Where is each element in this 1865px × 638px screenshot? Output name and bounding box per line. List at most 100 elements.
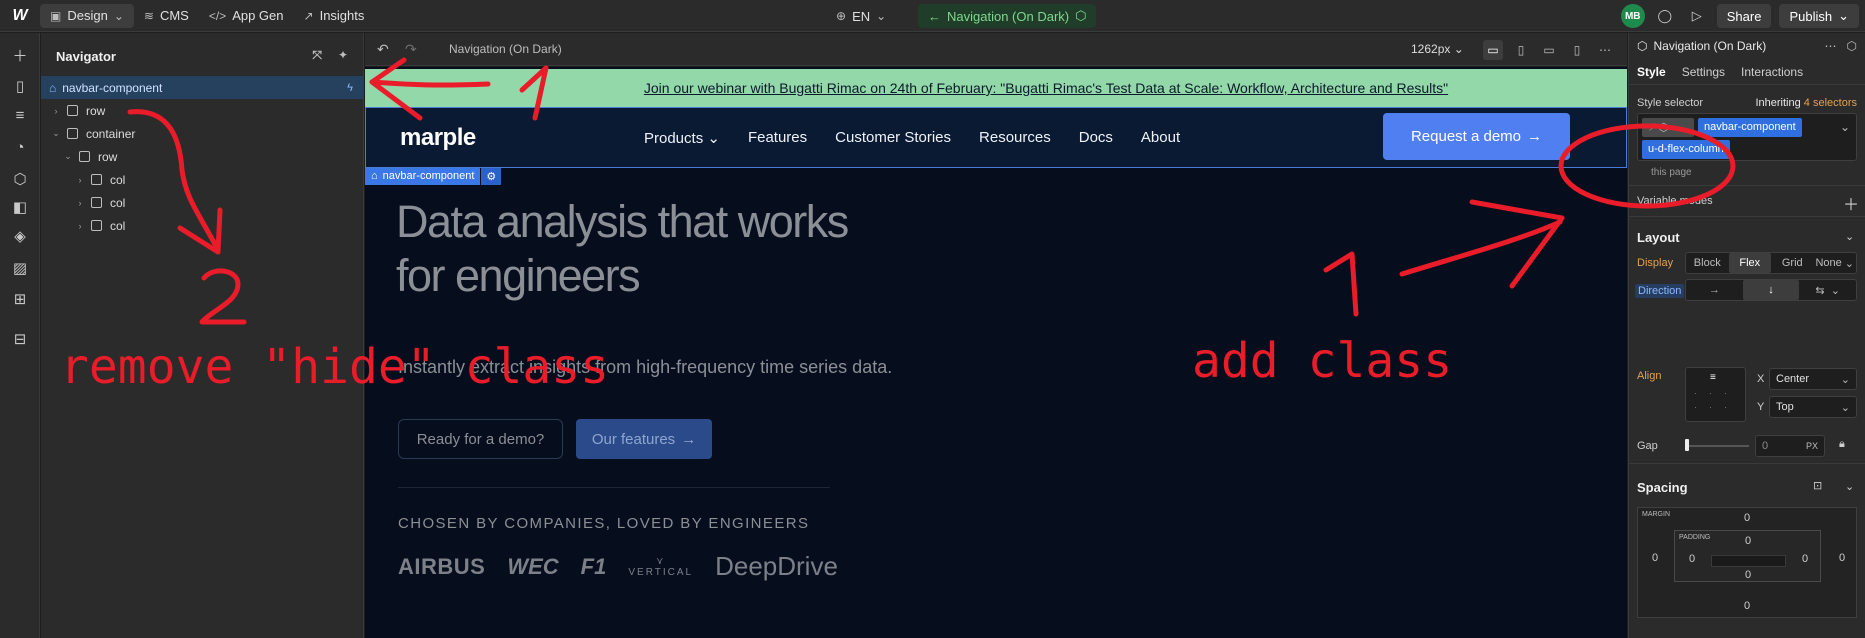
inheriting-info[interactable]: Inheriting 4 selectors bbox=[1755, 97, 1857, 109]
tree-item-col[interactable]: › col bbox=[41, 191, 363, 214]
margin-bottom-value[interactable]: 0 bbox=[1744, 600, 1750, 612]
tab-style[interactable]: Style bbox=[1637, 65, 1666, 79]
display-flex[interactable]: Flex bbox=[1728, 253, 1771, 273]
gap-slider-track[interactable] bbox=[1685, 445, 1749, 447]
desktop-breakpoint-icon[interactable]: ▭ bbox=[1483, 40, 1503, 60]
chevron-down-icon[interactable]: ⌄ bbox=[1840, 120, 1850, 134]
chevron-right-icon[interactable]: › bbox=[75, 198, 85, 208]
undo-icon[interactable]: ↶ bbox=[377, 41, 389, 58]
margin-right-value[interactable]: 0 bbox=[1839, 552, 1845, 564]
request-demo-button[interactable]: Request a demo → bbox=[1383, 113, 1570, 160]
menu-features[interactable]: Features bbox=[748, 129, 807, 147]
banner-text[interactable]: Join our webinar with Bugatti Rimac on 2… bbox=[544, 80, 1448, 96]
selector-state-chip[interactable]: ⚡ ⬡ bbox=[1642, 118, 1694, 137]
layout-section-title[interactable]: Layout bbox=[1637, 230, 1680, 245]
menu-resources[interactable]: Resources bbox=[979, 129, 1051, 147]
chevron-down-icon[interactable]: ⌄ bbox=[63, 151, 73, 162]
chevron-right-icon[interactable]: › bbox=[75, 175, 85, 185]
pin-icon[interactable]: ✦ bbox=[338, 48, 348, 63]
app-gen-button[interactable]: </> App Gen bbox=[199, 4, 294, 28]
redo-icon[interactable]: ↷ bbox=[405, 41, 417, 58]
selector-field[interactable]: ⚡ ⬡ navbar-component u-d-flex-column ⌄ bbox=[1637, 113, 1857, 161]
book-icon[interactable]: ⊞ bbox=[10, 289, 30, 309]
tree-item-row[interactable]: › row bbox=[41, 99, 363, 122]
cms-button[interactable]: ≋ CMS bbox=[134, 4, 199, 28]
direction-wrap-icon[interactable]: ⇆ ⌄ bbox=[1799, 280, 1856, 300]
padding-bottom-value[interactable]: 0 bbox=[1745, 569, 1751, 581]
language-selector[interactable]: ⊕ EN ⌄ bbox=[826, 4, 896, 28]
tree-item-col[interactable]: › col bbox=[41, 214, 363, 237]
add-icon[interactable]: ＋ bbox=[10, 45, 30, 65]
chevron-down-icon[interactable]: ⌄ bbox=[1845, 230, 1854, 243]
menu-customer-stories[interactable]: Customer Stories bbox=[835, 129, 951, 147]
spacing-mode-icon[interactable]: ⊡ bbox=[1813, 479, 1822, 492]
tree-item-col[interactable]: › col bbox=[41, 168, 363, 191]
display-none[interactable]: None ⌄ bbox=[1814, 253, 1857, 273]
settings-gear-icon[interactable]: ⚙ bbox=[481, 168, 502, 185]
tablet-breakpoint-icon[interactable]: ▯ bbox=[1511, 40, 1531, 60]
menu-products[interactable]: Products ⌄ bbox=[644, 129, 720, 147]
display-grid[interactable]: Grid bbox=[1771, 253, 1814, 273]
gap-unit[interactable]: PX bbox=[1806, 441, 1818, 451]
align-grid-control[interactable]: ≡ ··· ··· bbox=[1685, 367, 1746, 422]
menu-docs[interactable]: Docs bbox=[1079, 129, 1113, 147]
share-button[interactable]: Share bbox=[1716, 4, 1772, 28]
assets-icon[interactable]: ▨ bbox=[10, 258, 30, 278]
add-variable-mode-icon[interactable]: ＋ bbox=[1843, 191, 1859, 215]
padding-top-value[interactable]: 0 bbox=[1745, 535, 1751, 547]
styles-icon[interactable]: ◧ bbox=[10, 197, 30, 217]
padding-left-value[interactable]: 0 bbox=[1689, 553, 1695, 565]
variables-icon[interactable]: ◈ bbox=[10, 226, 30, 246]
ready-demo-button[interactable]: Ready for a demo? bbox=[398, 419, 563, 459]
collapse-icon[interactable]: ⤧ bbox=[312, 48, 322, 63]
our-features-button[interactable]: Our features → bbox=[576, 419, 712, 459]
webflow-logo-icon[interactable]: W bbox=[0, 7, 40, 25]
navigator-icon[interactable]: ≡ bbox=[10, 105, 30, 125]
comments-icon[interactable]: ◯ bbox=[1653, 4, 1677, 28]
chevron-right-icon[interactable]: › bbox=[51, 106, 61, 116]
chevron-down-icon[interactable]: ⌄ bbox=[51, 128, 61, 139]
avatar[interactable]: MB bbox=[1620, 4, 1645, 28]
pages-icon[interactable]: ▯ bbox=[10, 76, 30, 96]
class-chip-u-d-flex-column[interactable]: u-d-flex-column bbox=[1642, 140, 1730, 159]
apps-icon[interactable]: ⊟ bbox=[10, 329, 30, 349]
lock-icon[interactable]: 🔒︎ bbox=[1839, 438, 1845, 451]
breakpoint-width[interactable]: 1262px ⌄ bbox=[1411, 42, 1464, 56]
menu-about[interactable]: About bbox=[1141, 129, 1180, 147]
chevron-down-icon[interactable]: ⌄ bbox=[1845, 480, 1854, 493]
landscape-breakpoint-icon[interactable]: ▭ bbox=[1539, 40, 1559, 60]
insights-button[interactable]: ↗ Insights bbox=[294, 4, 375, 28]
align-x-select[interactable]: Center ⌄ bbox=[1769, 368, 1857, 390]
gap-input[interactable]: 0 PX bbox=[1755, 435, 1825, 457]
margin-top-value[interactable]: 0 bbox=[1744, 512, 1750, 524]
page-selector[interactable]: ← Navigation (On Dark) ⬡ bbox=[918, 4, 1097, 28]
more-icon[interactable]: ⋯ bbox=[1595, 40, 1615, 60]
align-y-select[interactable]: Top ⌄ bbox=[1769, 396, 1857, 418]
tree-item-navbar-component[interactable]: ⌂ navbar-component ϟ bbox=[41, 76, 363, 99]
components-icon[interactable]: ◔ bbox=[10, 137, 30, 157]
gap-slider-handle[interactable] bbox=[1685, 439, 1689, 451]
tree-item-container[interactable]: ⌄ container bbox=[41, 122, 363, 145]
tree-item-row[interactable]: ⌄ row bbox=[41, 145, 363, 168]
brand-logo[interactable]: marple bbox=[400, 124, 476, 152]
cube-icon[interactable]: ⬡ bbox=[10, 169, 30, 189]
class-chip-navbar-component[interactable]: navbar-component bbox=[1698, 118, 1802, 137]
direction-column-arrow-icon[interactable]: ↓ bbox=[1742, 280, 1800, 300]
preview-play-icon[interactable]: ▷ bbox=[1685, 4, 1709, 28]
design-mode-button[interactable]: ▣ Design ⌄ bbox=[40, 3, 134, 28]
direction-row-arrow-icon[interactable]: → bbox=[1686, 280, 1743, 300]
margin-left-value[interactable]: 0 bbox=[1652, 552, 1658, 564]
padding-right-value[interactable]: 0 bbox=[1802, 553, 1808, 565]
gap-value: 0 bbox=[1762, 440, 1769, 452]
selected-component-tag[interactable]: ⌂ navbar-component ⚙ bbox=[365, 168, 502, 185]
display-block[interactable]: Block bbox=[1686, 253, 1729, 273]
publish-button[interactable]: Publish ⌄ bbox=[1779, 4, 1859, 28]
webinar-banner[interactable]: Join our webinar with Bugatti Rimac on 2… bbox=[365, 69, 1627, 107]
chevron-right-icon[interactable]: › bbox=[75, 221, 85, 231]
site-navbar[interactable]: marple Products ⌄ Features Customer Stor… bbox=[365, 107, 1627, 168]
more-icon[interactable]: ⋯ ⬡ bbox=[1825, 39, 1857, 53]
tab-interactions[interactable]: Interactions bbox=[1741, 65, 1803, 79]
spacing-section-title[interactable]: Spacing bbox=[1637, 480, 1688, 495]
tab-settings[interactable]: Settings bbox=[1682, 65, 1725, 79]
mobile-breakpoint-icon[interactable]: ▯ bbox=[1567, 40, 1587, 60]
